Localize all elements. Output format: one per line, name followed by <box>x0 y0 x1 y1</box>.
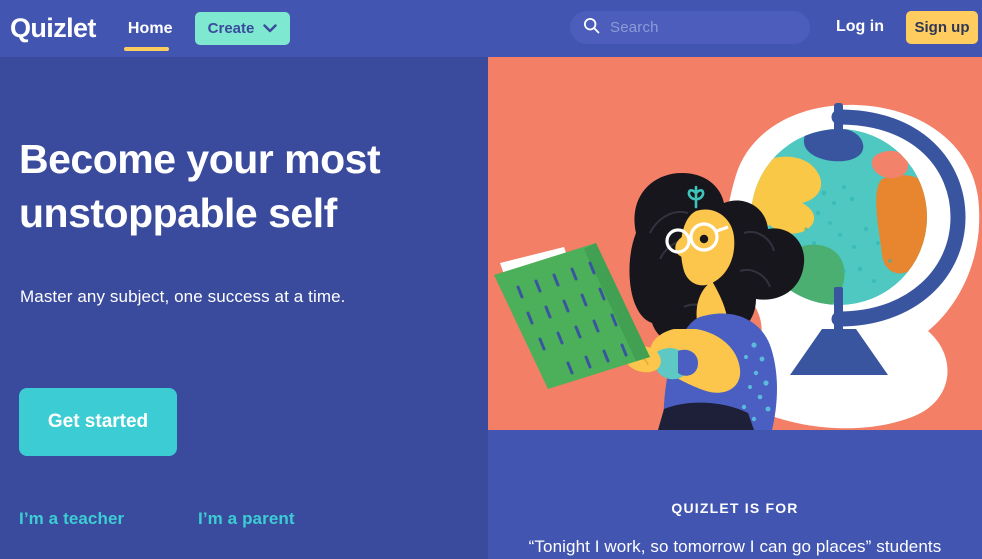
signup-button[interactable]: Sign up <box>906 11 978 44</box>
quizlet-is-for-heading: QUIZLET IS FOR <box>671 500 799 516</box>
im-a-parent-link[interactable]: I’m a parent <box>198 509 295 529</box>
login-link[interactable]: Log in <box>836 18 884 36</box>
quizlet-homepage: Quizlet Home Create Search Log in Sign u… <box>0 0 982 559</box>
get-started-button[interactable]: Get started <box>19 388 177 456</box>
page-title: Become your most unstoppable self <box>19 132 459 240</box>
hero-title-line-2: unstoppable self <box>19 190 337 237</box>
hero-title-line-1: Become your most <box>19 136 381 182</box>
search-placeholder: Search <box>610 19 659 36</box>
quizlet-logo[interactable]: Quizlet <box>10 15 96 42</box>
hero-section: Become your most unstoppable self Master… <box>0 57 488 559</box>
create-button-label: Create <box>207 20 255 37</box>
quizlet-is-for-quote: “Tonight I work, so tomorrow I can go pl… <box>528 537 942 556</box>
site-header: Quizlet Home Create Search Log in Sign u… <box>0 0 982 57</box>
search-icon <box>583 17 600 39</box>
search-input[interactable]: Search <box>570 11 810 44</box>
quizlet-is-for-panel: QUIZLET IS FOR “Tonight I work, so tomor… <box>488 430 982 559</box>
create-button[interactable]: Create <box>194 12 291 45</box>
nav-item-home[interactable]: Home <box>123 0 173 57</box>
chevron-down-icon <box>263 20 278 37</box>
nav-home-label: Home <box>127 19 173 37</box>
hero-subtitle: Master any subject, one success at a tim… <box>20 287 346 306</box>
hero-illustration <box>488 57 982 430</box>
nav-home-active-underline <box>123 47 169 51</box>
im-a-teacher-link[interactable]: I’m a teacher <box>19 509 124 529</box>
